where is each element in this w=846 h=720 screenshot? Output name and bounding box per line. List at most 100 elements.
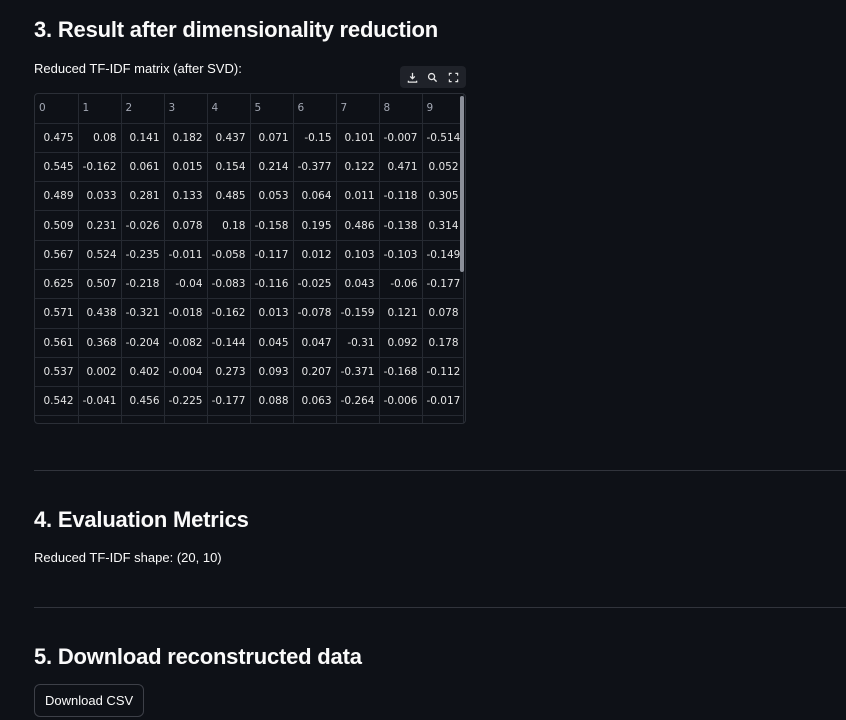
column-header[interactable]: 6 bbox=[293, 94, 337, 124]
table-cell[interactable] bbox=[164, 415, 208, 423]
table-cell[interactable]: 0.402 bbox=[121, 357, 165, 388]
table-cell[interactable]: 0.092 bbox=[379, 328, 423, 358]
table-cell[interactable]: 0.214 bbox=[250, 152, 294, 183]
table-cell[interactable]: 0.154 bbox=[207, 152, 251, 183]
table-cell[interactable]: 0.509 bbox=[35, 210, 79, 241]
table-cell[interactable]: -0.004 bbox=[164, 357, 208, 388]
table-cell[interactable]: 0.571 bbox=[35, 298, 79, 329]
table-cell[interactable]: 0.053 bbox=[250, 181, 294, 212]
table-scrollbar[interactable] bbox=[460, 96, 464, 272]
table-cell[interactable]: -0.117 bbox=[250, 240, 294, 270]
download-icon[interactable] bbox=[404, 69, 420, 85]
table-cell[interactable]: 0.121 bbox=[379, 298, 423, 329]
table-cell[interactable]: 0.524 bbox=[78, 240, 122, 270]
table-cell[interactable]: 0.061 bbox=[121, 152, 165, 183]
table-cell[interactable]: -0.041 bbox=[78, 386, 122, 417]
table-cell[interactable]: 0.033 bbox=[78, 181, 122, 212]
table-cell[interactable] bbox=[422, 415, 464, 423]
table-cell[interactable]: -0.31 bbox=[336, 328, 380, 358]
table-cell[interactable]: -0.112 bbox=[422, 357, 464, 388]
column-header[interactable]: 2 bbox=[121, 94, 165, 124]
column-header[interactable]: 9 bbox=[422, 94, 464, 124]
table-cell[interactable]: 0.064 bbox=[293, 181, 337, 212]
table-cell[interactable]: 0.071 bbox=[250, 123, 294, 153]
table-cell[interactable]: -0.162 bbox=[207, 298, 251, 329]
table-cell[interactable]: 0.537 bbox=[35, 357, 79, 388]
table-cell[interactable]: 0.052 bbox=[422, 152, 464, 183]
table-cell[interactable]: -0.177 bbox=[207, 386, 251, 417]
search-icon[interactable] bbox=[425, 69, 441, 85]
table-cell[interactable]: -0.118 bbox=[379, 181, 423, 212]
table-cell[interactable]: 0.314 bbox=[422, 210, 464, 241]
table-cell[interactable]: -0.158 bbox=[250, 210, 294, 241]
table-cell[interactable]: -0.204 bbox=[121, 328, 165, 358]
table-cell[interactable]: 0.015 bbox=[164, 152, 208, 183]
table-cell[interactable]: -0.083 bbox=[207, 269, 251, 300]
table-cell[interactable]: 0.101 bbox=[336, 123, 380, 153]
table-cell[interactable]: -0.018 bbox=[164, 298, 208, 329]
table-cell[interactable]: 0.486 bbox=[336, 210, 380, 241]
table-cell[interactable]: 0.133 bbox=[164, 181, 208, 212]
table-cell[interactable]: -0.377 bbox=[293, 152, 337, 183]
table-cell[interactable]: 0.231 bbox=[78, 210, 122, 241]
table-cell[interactable]: -0.162 bbox=[78, 152, 122, 183]
table-cell[interactable]: -0.007 bbox=[379, 123, 423, 153]
table-cell[interactable]: 0.456 bbox=[121, 386, 165, 417]
table-cell[interactable]: 0.047 bbox=[293, 328, 337, 358]
fullscreen-icon[interactable] bbox=[446, 69, 462, 85]
table-cell[interactable]: 0.368 bbox=[78, 328, 122, 358]
table-cell[interactable]: 0.561 bbox=[35, 328, 79, 358]
table-cell[interactable]: 0.507 bbox=[78, 269, 122, 300]
table-cell[interactable]: 0.122 bbox=[336, 152, 380, 183]
table-cell[interactable]: -0.025 bbox=[293, 269, 337, 300]
table-cell[interactable]: -0.177 bbox=[422, 269, 464, 300]
table-cell[interactable]: -0.06 bbox=[379, 269, 423, 300]
dataframe[interactable]: 0123456789 0.475 0.08 0.141 0.182 0.437 0.071… bbox=[34, 93, 466, 424]
table-cell[interactable]: -0.082 bbox=[164, 328, 208, 358]
table-cell[interactable]: 0.013 bbox=[250, 298, 294, 329]
table-cell[interactable]: -0.159 bbox=[336, 298, 380, 329]
table-cell[interactable]: 0.18 bbox=[207, 210, 251, 241]
column-header[interactable]: 1 bbox=[78, 94, 122, 124]
table-cell[interactable]: 0.567 bbox=[35, 240, 79, 270]
table-cell[interactable]: 0.045 bbox=[250, 328, 294, 358]
table-cell[interactable]: -0.116 bbox=[250, 269, 294, 300]
table-cell[interactable]: 0.545 bbox=[35, 152, 79, 183]
table-cell[interactable]: -0.078 bbox=[293, 298, 337, 329]
table-cell[interactable]: 0.078 bbox=[422, 298, 464, 329]
table-cell[interactable]: -0.144 bbox=[207, 328, 251, 358]
column-header[interactable]: 0 bbox=[35, 94, 79, 124]
table-cell[interactable]: 0.207 bbox=[293, 357, 337, 388]
table-cell[interactable]: -0.138 bbox=[379, 210, 423, 241]
table-cell[interactable]: 0.088 bbox=[250, 386, 294, 417]
table-cell[interactable]: 0.08 bbox=[78, 123, 122, 153]
table-cell[interactable]: 0.002 bbox=[78, 357, 122, 388]
table-cell[interactable]: -0.058 bbox=[207, 240, 251, 270]
table-cell[interactable]: 0.178 bbox=[422, 328, 464, 358]
table-cell[interactable] bbox=[121, 415, 165, 423]
table-cell[interactable]: 0.542 bbox=[35, 386, 79, 417]
table-cell[interactable]: 0.625 bbox=[35, 269, 79, 300]
table-cell[interactable]: 0.141 bbox=[121, 123, 165, 153]
table-cell[interactable]: -0.218 bbox=[121, 269, 165, 300]
table-cell[interactable]: 0.489 bbox=[35, 181, 79, 212]
column-header[interactable]: 3 bbox=[164, 94, 208, 124]
table-cell[interactable]: -0.011 bbox=[164, 240, 208, 270]
table-cell[interactable]: -0.225 bbox=[164, 386, 208, 417]
table-cell[interactable] bbox=[379, 415, 423, 423]
table-cell[interactable]: 0.475 bbox=[35, 123, 79, 153]
table-cell[interactable]: 0.063 bbox=[293, 386, 337, 417]
column-header[interactable]: 7 bbox=[336, 94, 380, 124]
table-cell[interactable]: -0.149 bbox=[422, 240, 464, 270]
table-cell[interactable]: -0.321 bbox=[121, 298, 165, 329]
table-cell[interactable]: 0.043 bbox=[336, 269, 380, 300]
table-cell[interactable] bbox=[336, 415, 380, 423]
table-cell[interactable] bbox=[35, 415, 79, 423]
table-cell[interactable]: -0.04 bbox=[164, 269, 208, 300]
table-cell[interactable]: 0.103 bbox=[336, 240, 380, 270]
table-cell[interactable]: -0.103 bbox=[379, 240, 423, 270]
table-cell[interactable] bbox=[293, 415, 337, 423]
table-cell[interactable] bbox=[78, 415, 122, 423]
table-cell[interactable]: 0.438 bbox=[78, 298, 122, 329]
table-cell[interactable]: -0.017 bbox=[422, 386, 464, 417]
